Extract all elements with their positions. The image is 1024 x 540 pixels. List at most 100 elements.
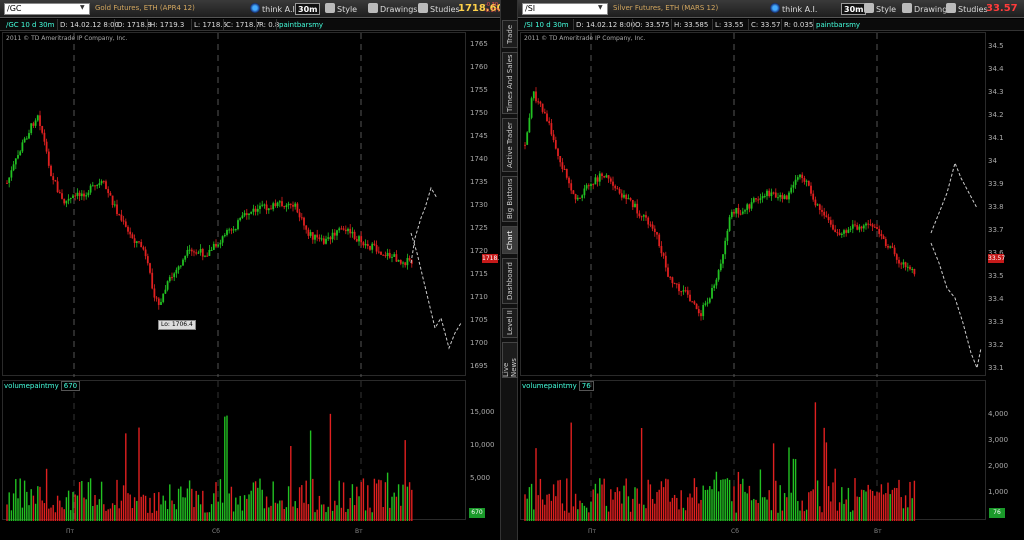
- candle-body: [144, 249, 147, 257]
- candle-body: [388, 252, 391, 258]
- volume-bar: [847, 487, 850, 521]
- candle-body: [182, 259, 184, 266]
- volume-bar: [555, 496, 557, 521]
- candle-body: [867, 223, 870, 225]
- volume-bar: [109, 508, 112, 521]
- candle-body: [336, 230, 338, 236]
- y-tick-label: 15,000: [470, 408, 495, 416]
- candle-body: [779, 195, 782, 198]
- volume-bar: [393, 492, 395, 521]
- volume-bar: [825, 442, 828, 521]
- candle-body: [329, 237, 332, 240]
- tab-dashboard[interactable]: Dashboard: [502, 258, 518, 304]
- volume-bar: [208, 512, 211, 521]
- volume-bar: [845, 499, 847, 521]
- candle-body: [653, 228, 656, 233]
- tab-big-buttons[interactable]: Big Buttons: [502, 176, 518, 222]
- tab-active-trader[interactable]: Active Trader: [502, 118, 518, 172]
- drawings-button[interactable]: Drawings: [368, 3, 417, 15]
- think-ai-button[interactable]: think A.I.: [250, 3, 297, 15]
- y-tick-label: 1765: [470, 40, 488, 48]
- tab-chart[interactable]: Chart: [502, 226, 518, 254]
- volume-bar: [744, 491, 746, 521]
- silver-volume-chart[interactable]: [520, 380, 986, 521]
- candle-body: [322, 238, 325, 244]
- candle-body: [402, 262, 404, 264]
- volume-bar: [133, 497, 136, 521]
- volume-bar: [669, 501, 671, 521]
- candle-body: [570, 183, 573, 191]
- volume-bar: [605, 505, 608, 521]
- candle-body: [320, 238, 323, 240]
- volume-bar: [318, 495, 321, 521]
- candle-body: [239, 217, 242, 221]
- candle-body: [265, 204, 268, 211]
- volume-bar: [827, 486, 830, 521]
- tab-trade[interactable]: Trade: [502, 20, 518, 48]
- candle-body: [774, 192, 777, 198]
- candle-body: [913, 268, 916, 275]
- silver-price-svg: [524, 33, 982, 377]
- candle-body: [717, 270, 720, 280]
- candle-body: [735, 207, 738, 214]
- pencil-icon: [368, 3, 378, 13]
- candle-body: [54, 180, 57, 182]
- studies-label: Studies: [958, 5, 988, 14]
- tab-live-news[interactable]: Live News: [502, 342, 518, 378]
- candle-body: [281, 201, 283, 207]
- volume-bar: [248, 494, 250, 521]
- candle-body: [748, 204, 751, 209]
- symbol-input-silver[interactable]: /SI: [522, 3, 608, 15]
- volume-bar: [599, 478, 601, 521]
- candle-body: [380, 251, 382, 255]
- gold-volume-chart[interactable]: [2, 380, 466, 521]
- volume-bar: [226, 415, 228, 521]
- candle-body: [278, 201, 281, 203]
- candle-body: [23, 138, 26, 143]
- volume-bar: [180, 486, 182, 521]
- candle-body: [166, 281, 169, 290]
- gold-volume-svg: [6, 381, 413, 521]
- studies-button[interactable]: Studies: [418, 3, 460, 15]
- info-close: C: 1718.7: [223, 19, 260, 31]
- chevron-down-icon[interactable]: ▼: [598, 4, 606, 13]
- candle-body: [270, 208, 272, 210]
- volume-bar: [728, 479, 731, 521]
- style-button[interactable]: Style: [864, 3, 896, 15]
- volume-bar: [362, 478, 365, 521]
- gold-price-chart[interactable]: [2, 32, 466, 377]
- chevron-down-icon[interactable]: ▼: [80, 4, 88, 13]
- volume-bar: [691, 497, 693, 521]
- candle-body: [254, 208, 257, 212]
- volume-bar: [711, 489, 713, 521]
- think-ai-button[interactable]: think A.I.: [770, 3, 817, 15]
- volume-bar: [268, 507, 270, 521]
- candle-body: [219, 242, 222, 245]
- timeframe-button[interactable]: 30m: [841, 3, 867, 15]
- volume-bar: [23, 480, 26, 521]
- timeframe-button[interactable]: 30m: [295, 3, 321, 15]
- candle-body: [801, 174, 804, 179]
- candle-body: [752, 198, 755, 203]
- symbol-input-gold[interactable]: /GC: [4, 3, 90, 15]
- studies-button[interactable]: Studies: [946, 3, 988, 15]
- drawings-button[interactable]: Drawings: [902, 3, 951, 15]
- candle-body: [160, 301, 162, 305]
- volume-bar: [746, 493, 748, 521]
- y-tick-label: 33.1: [988, 364, 1004, 372]
- candle-body: [197, 252, 200, 254]
- style-button[interactable]: Style: [325, 3, 357, 15]
- volume-bar: [880, 484, 883, 521]
- silver-price-chart[interactable]: [520, 32, 986, 377]
- candle-body: [869, 224, 872, 226]
- candle-body: [83, 193, 85, 197]
- volume-bar: [327, 506, 329, 521]
- candle-body: [21, 142, 24, 152]
- tab-level-ii[interactable]: Level II: [502, 308, 518, 338]
- volume-bar: [832, 482, 834, 521]
- candle-body: [559, 155, 562, 163]
- candle-body: [546, 113, 548, 122]
- volume-bar: [658, 489, 660, 521]
- volume-bar: [402, 484, 404, 521]
- tab-times-and-sales[interactable]: Times And Sales: [502, 52, 518, 114]
